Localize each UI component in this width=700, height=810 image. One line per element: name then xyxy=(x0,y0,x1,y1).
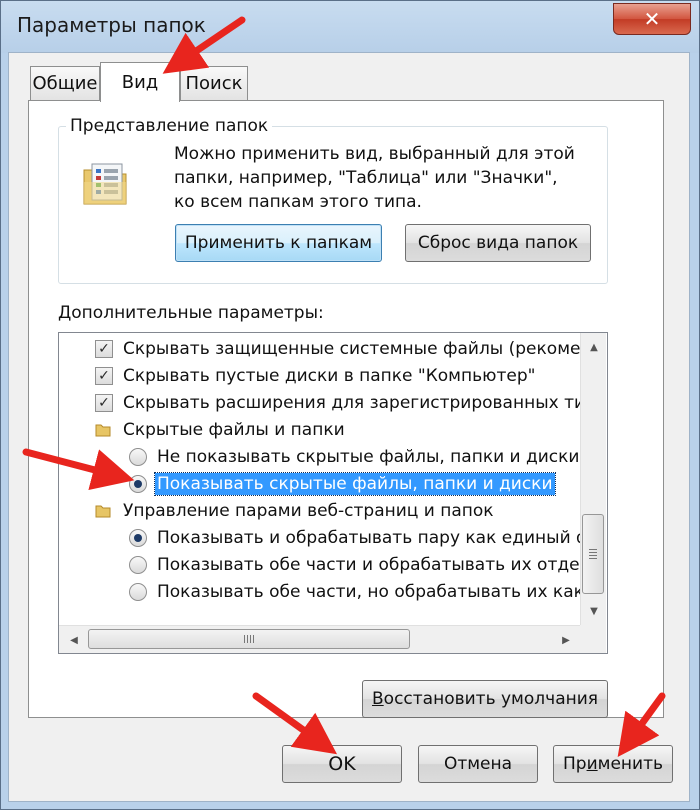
list-item[interactable]: ✓ Скрывать расширения для зарегистрирова… xyxy=(95,389,607,417)
list-item-label: Скрывать защищенные системные файлы (рек… xyxy=(123,339,592,359)
cancel-label: Отмена xyxy=(443,754,513,774)
folder-views-group-label: Представление папок xyxy=(66,116,273,136)
scroll-down-arrow-icon[interactable]: ▼ xyxy=(581,599,607,623)
list-item[interactable]: Показывать обе части, но обрабатывать их… xyxy=(129,578,602,606)
description-line: Можно применить вид, выбранный для этой xyxy=(174,144,575,164)
cancel-button[interactable]: Отмена xyxy=(418,745,538,783)
restore-defaults-button[interactable]: Восстановить умолчания xyxy=(362,680,608,718)
checkbox-hide-extensions[interactable]: ✓ xyxy=(95,394,113,412)
tab-search-label: Поиск xyxy=(185,73,243,94)
description-line: папки, например, "Таблица" или "Значки", xyxy=(174,168,558,188)
list-item[interactable]: Показывать обе части и обрабатывать их о… xyxy=(129,551,602,579)
folder-views-description: Можно применить вид, выбранный для этой … xyxy=(174,142,584,214)
scroll-left-arrow-icon[interactable]: ◀ xyxy=(61,628,87,652)
list-item-label: Показывать обе части и обрабатывать их о… xyxy=(157,555,601,575)
list-item-label: Показывать и обрабатывать пару как едины… xyxy=(157,528,601,548)
list-item-label: Не показывать скрытые файлы, папки и дис… xyxy=(157,447,580,467)
apply-label: Применить xyxy=(562,754,663,774)
description-line: ко всем папкам этого типа. xyxy=(174,192,422,212)
scrollbar-corner xyxy=(580,625,606,653)
close-icon: ✕ xyxy=(643,7,661,31)
vertical-scroll-thumb[interactable] xyxy=(582,514,604,594)
apply-to-folders-label: Применить к папкам xyxy=(184,233,373,253)
scroll-grip-icon xyxy=(244,635,254,643)
scroll-grip-icon xyxy=(589,549,597,559)
checkbox-hide-empty-drives[interactable]: ✓ xyxy=(95,367,113,385)
list-group-hidden-files: Скрытые файлы и папки xyxy=(95,416,347,444)
close-button[interactable]: ✕ xyxy=(613,3,691,35)
tab-general[interactable]: Общие xyxy=(30,66,100,100)
list-item[interactable]: Показывать и обрабатывать пару как едины… xyxy=(129,524,603,552)
tab-view[interactable]: Вид xyxy=(100,62,180,102)
advanced-settings-label: Дополнительные параметры: xyxy=(58,303,324,323)
list-group-label: Скрытые файлы и папки xyxy=(123,420,345,440)
radio-show-hidden[interactable] xyxy=(129,475,147,493)
radio-pair-both-parts[interactable] xyxy=(129,583,147,601)
apply-button[interactable]: Применить xyxy=(553,745,673,783)
restore-defaults-label: Восстановить умолчания xyxy=(372,689,598,709)
list-item[interactable]: ✓ Скрывать пустые диски в папке "Компьют… xyxy=(95,362,537,390)
folder-icon xyxy=(95,423,111,437)
list-item[interactable]: ✓ Скрывать защищенные системные файлы (р… xyxy=(95,335,594,363)
ok-label: OK xyxy=(328,753,356,775)
list-item[interactable]: Не показывать скрытые файлы, папки и дис… xyxy=(129,443,581,471)
radio-pair-single[interactable] xyxy=(129,529,147,547)
list-group-web-pairs: Управление парами веб-страниц и папок xyxy=(95,497,496,525)
horizontal-scroll-thumb[interactable] xyxy=(88,629,410,649)
scroll-up-arrow-icon[interactable]: ▲ xyxy=(581,335,607,359)
reset-folders-label: Сброс вида папок xyxy=(417,233,579,253)
title-bar[interactable]: Параметры папок xyxy=(1,1,699,53)
advanced-settings-list[interactable]: ✓ Скрывать защищенные системные файлы (р… xyxy=(58,332,608,654)
ok-button[interactable]: OK xyxy=(282,745,402,783)
tab-view-label: Вид xyxy=(121,72,159,93)
list-group-label: Управление парами веб-страниц и папок xyxy=(123,501,494,521)
reset-folders-button[interactable]: Сброс вида папок xyxy=(405,224,591,262)
tab-search[interactable]: Поиск xyxy=(180,66,248,100)
apply-to-folders-button[interactable]: Применить к папкам xyxy=(175,224,382,262)
checkbox-hide-protected-files[interactable]: ✓ xyxy=(95,340,113,358)
list-item-label: Скрывать пустые диски в папке "Компьютер… xyxy=(123,366,536,386)
list-item-label: Показывать обе части, но обрабатывать их… xyxy=(157,582,600,602)
tab-general-label: Общие xyxy=(32,73,98,94)
scroll-right-arrow-icon[interactable]: ▶ xyxy=(553,628,579,652)
folder-icon xyxy=(95,504,111,518)
folder-options-icon xyxy=(80,160,132,212)
list-item[interactable]: Показывать скрытые файлы, папки и диски xyxy=(129,470,556,498)
radio-dont-show-hidden[interactable] xyxy=(129,448,147,466)
radio-pair-separate[interactable] xyxy=(129,556,147,574)
window-title: Параметры папок xyxy=(17,13,206,37)
list-item-label-selected: Показывать скрытые файлы, папки и диски xyxy=(154,472,556,496)
list-item-label: Скрывать расширения для зарегистрированн… xyxy=(123,393,607,413)
